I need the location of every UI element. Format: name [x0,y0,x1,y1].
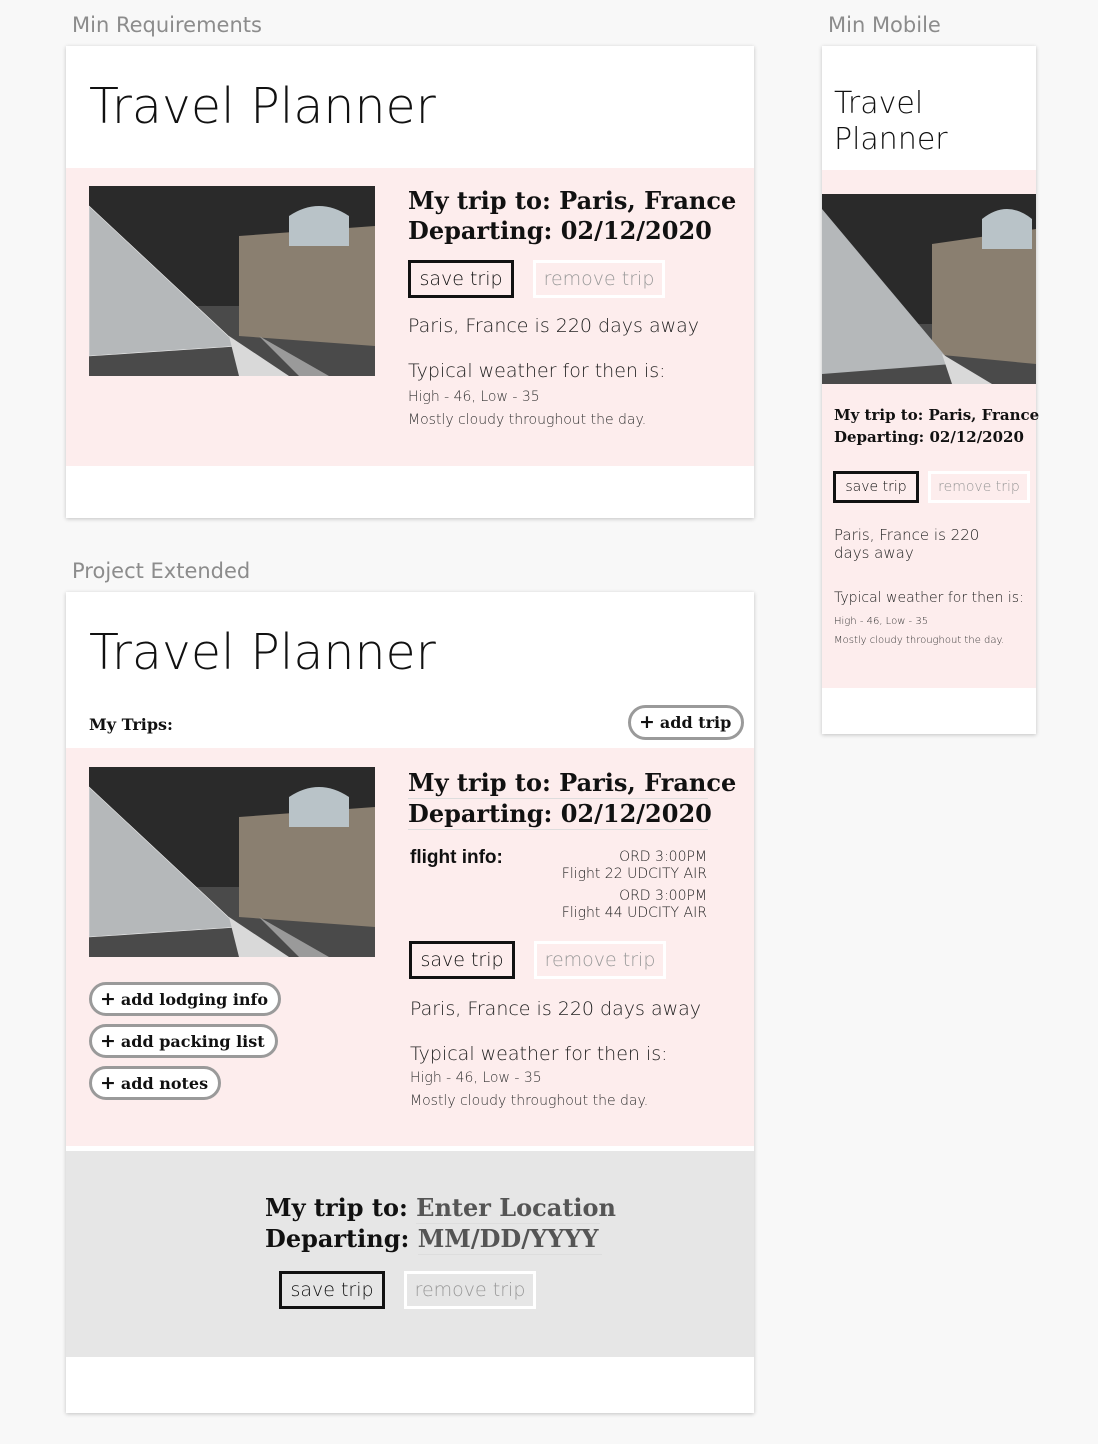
departing-label: Departing: [408,799,553,828]
mobile-save-trip-button[interactable]: save trip [833,471,919,503]
project-extended-artboard: Travel Planner My Trips: + add trip + ad… [66,592,754,1413]
new-save-trip-button[interactable]: save trip [279,1271,385,1309]
mobile-weather-heading: Typical weather for then is: [834,590,1024,606]
mobile-title-line-1: Travel [834,86,924,121]
days-away-text: Paris, France is 220 days away [410,998,702,1020]
weather-temps: High - 46, Low - 35 [410,1070,542,1086]
mobile-weather-summary: Mostly cloudy throughout the day. [834,635,1005,646]
remove-trip-button[interactable]: remove trip [534,941,666,979]
mobile-remove-trip-button[interactable]: remove trip [928,471,1030,503]
add-lodging-label: add lodging info [120,989,269,1009]
mobile-weather-temps: High - 46, Low - 35 [834,616,929,627]
trip-heading: My trip to: Paris, France Departing: 02/… [408,186,736,246]
min-requirements-label: Min Requirements [72,13,262,37]
new-trip-heading: My trip to: Enter Location Departing: MM… [265,1193,616,1255]
mobile-app-title: Travel Planner [834,86,948,158]
new-trip-form: My trip to: Enter Location Departing: MM… [66,1151,754,1357]
trip-departing-line: Departing: 02/12/2020 [834,426,1039,448]
add-trip-button[interactable]: + add trip [628,705,745,740]
add-lodging-button[interactable]: + add lodging info [89,982,282,1016]
flight-airport-time: ORD 3:00PM [619,888,707,904]
trip-date: 02/12/2020 [560,799,712,828]
destination-photo [89,186,375,376]
app-title: Travel Planner [89,624,436,681]
my-trip-label: My trip to: [834,406,924,424]
weather-heading: Typical weather for then is: [410,1043,668,1065]
new-trip-date-row: Departing: MM/DD/YYYY [265,1224,602,1255]
flight-list: ORD 3:00PM Flight 22 UDCITY AIR ORD 3:00… [562,849,707,922]
departing-label: Departing: [408,216,553,245]
trip-location: Paris, France [559,768,737,797]
add-trip-label: add trip [659,713,732,732]
trip-heading: My trip to: Paris, France Departing: 02/… [408,768,736,830]
destination-photo [89,767,375,957]
my-trip-label: My trip to: [408,186,551,215]
add-notes-label: add notes [120,1073,209,1093]
plus-icon: + [100,1029,116,1052]
flight-number-airline: Flight 22 UDCITY AIR [561,866,707,882]
trip-destination-line: My trip to: Paris, France [834,404,1039,426]
project-extended-label: Project Extended [72,559,251,583]
location-input[interactable]: Enter Location [416,1193,616,1224]
mobile-trip-heading: My trip to: Paris, France Departing: 02/… [834,404,1039,448]
add-packing-label: add packing list [120,1031,265,1051]
trip-date: 02/12/2020 [929,428,1024,446]
flight-item: ORD 3:00PM Flight 22 UDCITY AIR [562,849,707,883]
flight-number-airline: Flight 44 UDCITY AIR [561,905,707,921]
app-title: Travel Planner [89,78,436,135]
trip-destination-line: My trip to: Paris, France [408,186,736,216]
louvre-pyramid-image [89,186,375,376]
mobile-title-line-2: Planner [834,122,948,157]
mobile-trip-card: My trip to: Paris, France Departing: 02/… [822,170,1039,688]
departing-label: Departing: [834,428,925,446]
mobile-destination-photo [822,194,1036,384]
remove-trip-button[interactable]: remove trip [533,260,665,298]
save-trip-button[interactable]: save trip [408,260,514,298]
trip-departing-line: Departing: 02/12/2020 [408,216,736,246]
weather-summary: Mostly cloudy throughout the day. [410,1093,649,1109]
flight-info-label: flight info: [410,847,503,868]
new-trip-location-row: My trip to: Enter Location [265,1193,616,1224]
new-remove-trip-button[interactable]: remove trip [404,1271,536,1309]
plus-icon: + [100,1071,116,1094]
min-mobile-artboard: Travel Planner My trip to: Paris, France… [822,46,1039,734]
days-away-line-1: Paris, France is 220 [834,526,980,544]
trip-departing-line: Departing: 02/12/2020 [408,799,712,830]
trip-card: My trip to: Paris, France Departing: 02/… [66,168,754,466]
flight-airport-time: ORD 3:00PM [619,849,707,865]
min-mobile-label: Min Mobile [828,13,941,37]
weather-heading: Typical weather for then is: [408,360,666,382]
flight-item: ORD 3:00PM Flight 44 UDCITY AIR [562,888,707,922]
departing-label: Departing: [265,1224,410,1253]
add-notes-button[interactable]: + add notes [89,1066,222,1100]
days-away-line-2: days away [834,544,914,562]
date-input[interactable]: MM/DD/YYYY [417,1224,602,1255]
mobile-days-away-text: Paris, France is 220 days away [834,526,979,562]
weather-summary: Mostly cloudy throughout the day. [408,412,647,428]
louvre-pyramid-image [89,767,375,957]
plus-icon: + [639,711,655,733]
my-trip-label: My trip to: [265,1193,408,1222]
trip-location: Paris, France [559,186,737,215]
plus-icon: + [100,987,116,1010]
min-requirements-artboard: Travel Planner My trip to: Paris, France… [66,46,754,518]
days-away-text: Paris, France is 220 days away [408,315,700,337]
louvre-pyramid-image [822,194,1036,384]
weather-temps: High - 46, Low - 35 [408,389,540,405]
add-packing-list-button[interactable]: + add packing list [89,1024,278,1058]
trip-date: 02/12/2020 [560,216,712,245]
trip-destination-line: My trip to: Paris, France [408,768,736,799]
my-trips-label: My Trips: [89,715,173,734]
save-trip-button[interactable]: save trip [409,941,515,979]
my-trip-label: My trip to: [408,768,551,797]
extended-trip-card: + add lodging info + add packing list + … [66,748,754,1146]
trip-location: Paris, France [928,406,1040,424]
